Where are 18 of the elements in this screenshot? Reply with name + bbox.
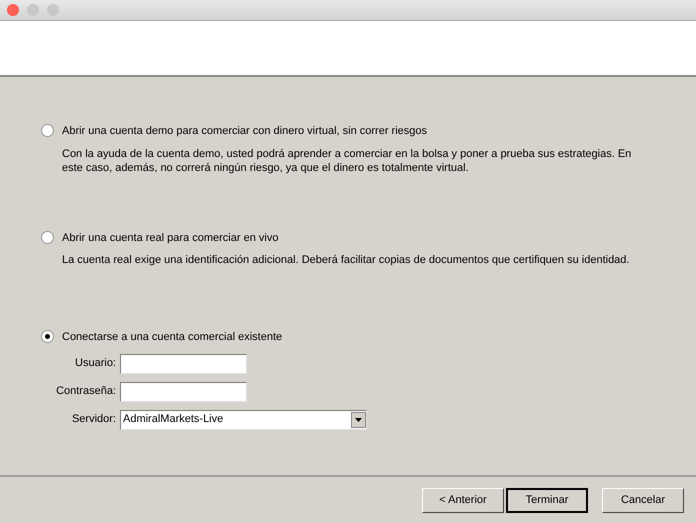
- option-description: La cuenta real exige una identificación adicional. Deberá facilitar copias de documentos que certifiquen su identidad.: [62, 253, 630, 267]
- wizard-button[interactable]: < Anterior: [422, 488, 504, 512]
- radio-button[interactable]: [41, 230, 54, 244]
- field-label: Contraseña:: [55, 384, 117, 400]
- radio-button[interactable]: [41, 124, 54, 137]
- option-label[interactable]: Abrir una cuenta demo para comerciar con dinero virtual, sin correr riesgos: [62, 123, 427, 140]
- option-label[interactable]: Abrir una cuenta real para comerciar en vivo: [62, 230, 278, 246]
- wizard-button[interactable]: Terminar: [506, 488, 588, 512]
- field-label: Servidor:: [70, 412, 117, 428]
- option-label[interactable]: Conectarse a una cuenta comercial existente: [62, 329, 282, 346]
- field-label: Usuario:: [74, 356, 117, 372]
- option-description: Con la ayuda de la cuenta demo, usted podrá aprender a comerciar en la bolsa y poner a prueba sus estrategias. En este caso, además, no correrá ningún riesgo, ya que el dinero es totalmente virtual.: [62, 146, 632, 174]
- wizard-button[interactable]: Cancelar: [602, 488, 684, 512]
- server-dropdown[interactable]: AdmiralMarkets-Live: [120, 410, 367, 430]
- radio-button[interactable]: [41, 330, 54, 343]
- password-field[interactable]: [120, 382, 247, 402]
- window-button[interactable]: [7, 4, 19, 16]
- username-field[interactable]: [120, 354, 247, 374]
